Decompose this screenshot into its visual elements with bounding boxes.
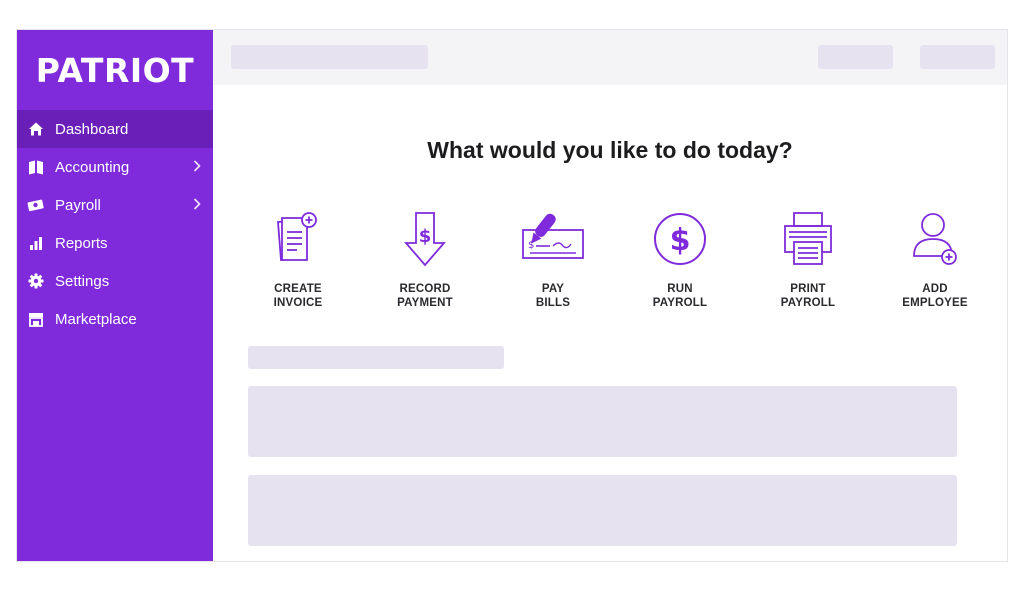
sidebar-item-dashboard[interactable]: Dashboard	[17, 110, 213, 148]
placeholder-search-bar	[231, 45, 428, 69]
run-payroll-button[interactable]: $ RUN PAYROLL	[625, 210, 735, 310]
record-payment-icon: $	[370, 210, 480, 268]
action-label: PAY BILLS	[535, 283, 571, 309]
action-label: RECORD PAYMENT	[397, 283, 453, 309]
app-window: PATRIOT Dashboard Accounting Payroll Rep…	[16, 29, 1008, 562]
placeholder-button	[818, 45, 893, 69]
sidebar-item-label: Reports	[55, 234, 108, 252]
gear-icon	[27, 272, 45, 290]
sidebar-item-label: Payroll	[55, 196, 101, 214]
placeholder-card	[248, 475, 957, 546]
invoice-icon	[243, 210, 353, 268]
sidebar-item-label: Dashboard	[55, 120, 129, 138]
sidebar-item-settings[interactable]: Settings	[17, 262, 213, 300]
svg-text:$: $	[670, 223, 691, 258]
top-bar	[213, 30, 1007, 85]
action-label: ADD EMPLOYEE	[902, 283, 968, 309]
check-pen-icon: $	[498, 210, 608, 268]
sidebar-item-label: Accounting	[55, 158, 130, 176]
create-invoice-button[interactable]: CREATE INVOICE	[243, 210, 353, 310]
action-label: CREATE INVOICE	[273, 283, 323, 309]
record-payment-button[interactable]: $ RECORD PAYMENT	[370, 210, 480, 310]
sidebar-item-accounting[interactable]: Accounting	[17, 148, 213, 186]
sidebar-item-label: Settings	[55, 272, 110, 290]
add-user-icon	[880, 210, 990, 268]
placeholder-section-title	[248, 346, 504, 369]
quick-actions: CREATE INVOICE $ RECORD PAYMENT $ PAY BI…	[243, 210, 983, 310]
home-icon	[27, 120, 45, 138]
add-employee-button[interactable]: ADD EMPLOYEE	[880, 210, 990, 310]
dollar-circle-icon: $	[625, 210, 735, 268]
chevron-right-icon	[193, 197, 201, 213]
action-label: PRINT PAYROLL	[780, 283, 836, 309]
placeholder-button	[920, 45, 995, 69]
sidebar-nav: Dashboard Accounting Payroll Reports Set…	[17, 110, 213, 338]
chevron-right-icon	[193, 159, 201, 175]
print-payroll-button[interactable]: PRINT PAYROLL	[753, 210, 863, 310]
book-icon	[27, 158, 45, 176]
sidebar-item-marketplace[interactable]: Marketplace	[17, 300, 213, 338]
page-heading: What would you like to do today?	[427, 137, 793, 163]
bar-chart-icon	[27, 234, 45, 252]
printer-icon	[753, 210, 863, 268]
sidebar-item-reports[interactable]: Reports	[17, 224, 213, 262]
main-content: What would you like to do today? CREATE …	[213, 30, 1007, 561]
placeholder-card	[248, 386, 957, 457]
sidebar-item-label: Marketplace	[55, 310, 137, 328]
money-icon	[27, 196, 45, 214]
sidebar: PATRIOT Dashboard Accounting Payroll Rep…	[17, 30, 213, 561]
action-label: RUN PAYROLL	[652, 283, 708, 309]
storefront-icon	[27, 310, 45, 328]
pay-bills-button[interactable]: $ PAY BILLS	[498, 210, 608, 310]
patriot-logo[interactable]: PATRIOT	[17, 30, 213, 110]
svg-text:$: $	[419, 226, 432, 247]
sidebar-item-payroll[interactable]: Payroll	[17, 186, 213, 224]
